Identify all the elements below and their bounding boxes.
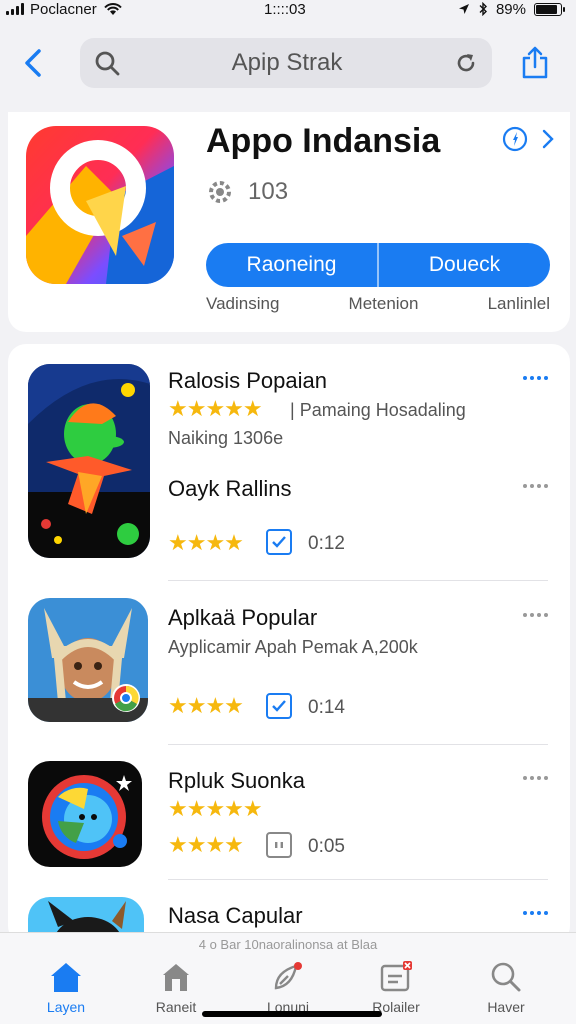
app-icon[interactable] bbox=[28, 761, 142, 867]
duration: 0:12 bbox=[308, 533, 345, 554]
checkbox[interactable] bbox=[266, 832, 292, 858]
app-subtitle-2: Oayk Rallins bbox=[168, 476, 292, 501]
battery-icon bbox=[534, 2, 565, 16]
app-title: Nasa Capular bbox=[168, 903, 303, 928]
reload-icon[interactable] bbox=[454, 51, 478, 75]
back-button[interactable] bbox=[18, 43, 48, 83]
more-options-icon[interactable] bbox=[523, 613, 548, 617]
featured-app-icon[interactable] bbox=[26, 126, 174, 284]
inbox-icon bbox=[380, 961, 412, 992]
nav-bar: Apip Strak bbox=[0, 28, 576, 98]
share-icon bbox=[522, 46, 548, 79]
app-icon[interactable] bbox=[28, 364, 150, 558]
tab-updates[interactable]: Rolailer bbox=[346, 959, 446, 1015]
compass-icon[interactable] bbox=[502, 126, 528, 152]
app-subtitle: Naiking 1306e bbox=[168, 428, 284, 448]
check-icon bbox=[272, 700, 286, 712]
checkbox[interactable] bbox=[266, 529, 292, 555]
secondary-action-button[interactable]: Doueck bbox=[377, 243, 550, 287]
app-title: Ralosis Popaian bbox=[168, 368, 327, 393]
featured-label-3: Lanlinlel bbox=[487, 294, 550, 313]
more-options-icon[interactable] bbox=[523, 376, 548, 380]
rocket-icon bbox=[274, 962, 302, 990]
chevron-right-icon[interactable] bbox=[542, 129, 554, 149]
carrier-name: Poclacner bbox=[30, 0, 97, 18]
status-bar: Poclacner 1::::03 89% bbox=[0, 0, 576, 18]
gear-icon bbox=[209, 181, 231, 203]
more-options-icon[interactable] bbox=[523, 776, 548, 780]
featured-label-1: Vadinsing bbox=[206, 294, 280, 313]
bluetooth-icon bbox=[479, 2, 487, 16]
rating-stars: ★★★★ bbox=[168, 832, 244, 857]
chevron-left-icon bbox=[25, 49, 41, 77]
search-icon bbox=[491, 962, 521, 992]
wifi-icon bbox=[103, 3, 122, 15]
battery-percent: 89% bbox=[495, 0, 526, 18]
rating-stars: ★★★★ bbox=[168, 693, 244, 718]
featured-app-title: Appo Indansia bbox=[206, 122, 441, 160]
rating-stars: ★★★★★ bbox=[168, 796, 263, 821]
search-icon bbox=[95, 51, 120, 76]
app-icon[interactable] bbox=[28, 598, 148, 722]
home-indicator[interactable] bbox=[202, 1011, 382, 1017]
tab-bar-caption: 4 o Bar 10naoralinonsa at Blaa bbox=[198, 937, 378, 952]
rating-stars: ★★★★★ bbox=[168, 396, 263, 421]
check-icon bbox=[272, 536, 286, 548]
tab-apps[interactable]: Raneit bbox=[126, 959, 226, 1015]
featured-app-actions: Raoneing Doueck bbox=[206, 243, 550, 287]
app-subtitle: Ayplicamir Apah Pemak A,200k bbox=[168, 637, 418, 657]
tab-search[interactable]: Haver bbox=[456, 959, 556, 1015]
rating-stars: ★★★★ bbox=[168, 530, 244, 555]
app-list: Ralosis Popaian ★★★★★ | Pamaing Hosadali… bbox=[8, 344, 570, 944]
clock: 1::::03 bbox=[264, 0, 306, 18]
featured-label-2: Metenion bbox=[348, 294, 419, 313]
location-icon bbox=[458, 4, 469, 14]
share-button[interactable] bbox=[520, 43, 550, 83]
signal-icon bbox=[6, 3, 24, 15]
featured-app-card: Appo Indansia 103 Raoneing Doueck Vadins… bbox=[8, 112, 570, 332]
pause-icon bbox=[275, 842, 283, 848]
search-text: Apip Strak bbox=[231, 49, 343, 76]
tab-label: Haver bbox=[487, 999, 525, 1015]
house-icon bbox=[163, 964, 189, 991]
list-item[interactable]: Aplkaä Popular Ayplicamir Apah Pemak A,2… bbox=[8, 581, 570, 745]
home-icon bbox=[51, 963, 81, 992]
list-item[interactable]: Rpluk Suonka ★★★★★ ★★★★ 0:05 bbox=[8, 744, 570, 880]
divider bbox=[168, 879, 548, 880]
tab-games[interactable]: Lonuni bbox=[238, 959, 338, 1015]
primary-action-button[interactable]: Raoneing bbox=[206, 243, 377, 287]
duration: 0:14 bbox=[308, 697, 345, 718]
tab-home[interactable]: Layen bbox=[16, 959, 116, 1015]
tab-bar: 4 o Bar 10naoralinonsa at Blaa Layen Ran… bbox=[0, 932, 576, 1024]
app-title: Rpluk Suonka bbox=[168, 768, 305, 793]
more-options-icon[interactable] bbox=[523, 911, 548, 915]
featured-app-count: 103 bbox=[248, 178, 289, 205]
app-title: Aplkaä Popular bbox=[168, 605, 318, 630]
checkbox[interactable] bbox=[266, 693, 292, 719]
tab-label: Layen bbox=[46, 999, 86, 1015]
list-item[interactable]: Ralosis Popaian ★★★★★ | Pamaing Hosadali… bbox=[8, 344, 570, 581]
duration: 0:05 bbox=[308, 836, 345, 857]
search-input[interactable]: Apip Strak bbox=[80, 38, 492, 88]
more-options-icon[interactable] bbox=[523, 484, 548, 488]
rating-text: | Pamaing Hosadaling bbox=[290, 400, 466, 420]
